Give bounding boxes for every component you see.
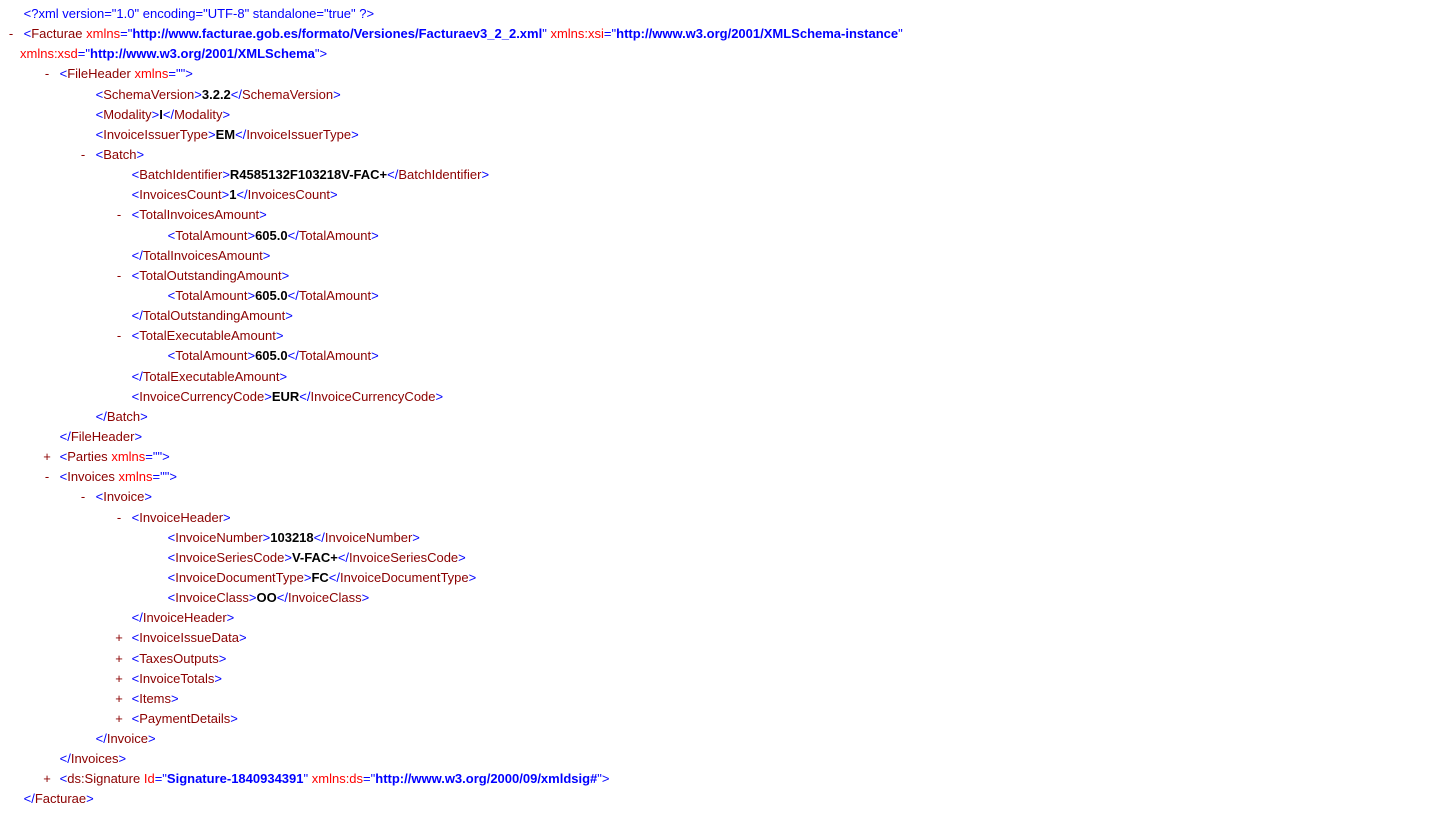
expand-toggle[interactable]: + <box>40 769 54 789</box>
invoiceheader-close: - </InvoiceHeader> <box>4 608 1432 628</box>
totalinvoicesamount-close: - </TotalInvoicesAmount> <box>4 246 1432 266</box>
invoicecurrencycode: - <InvoiceCurrencyCode>EUR</InvoiceCurre… <box>4 387 1432 407</box>
collapse-toggle[interactable]: - <box>76 487 90 507</box>
collapse-toggle[interactable]: - <box>112 326 126 346</box>
paymentdetails-collapsed: + <PaymentDetails> <box>4 709 1432 729</box>
items-collapsed: + <Items> <box>4 689 1432 709</box>
fileheader-open: - <FileHeader xmlns=""> <box>4 64 1432 84</box>
expand-toggle[interactable]: + <box>112 689 126 709</box>
totalexecutableamount-close: - </TotalExecutableAmount> <box>4 367 1432 387</box>
parties-collapsed: + <Parties xmlns=""> <box>4 447 1432 467</box>
collapse-toggle[interactable]: - <box>112 266 126 286</box>
collapse-toggle[interactable]: - <box>112 205 126 225</box>
collapse-toggle[interactable]: - <box>76 145 90 165</box>
invoicetotals-collapsed: + <InvoiceTotals> <box>4 669 1432 689</box>
collapse-toggle[interactable]: - <box>40 467 54 487</box>
collapse-toggle[interactable]: - <box>40 64 54 84</box>
invoices-open: - <Invoices xmlns=""> <box>4 467 1432 487</box>
totalamount-executable: - <TotalAmount>605.0</TotalAmount> <box>4 346 1432 366</box>
expand-toggle[interactable]: + <box>112 649 126 669</box>
invoice-close: - </Invoice> <box>4 729 1432 749</box>
totaloutstandingamount-close: - </TotalOutstandingAmount> <box>4 306 1432 326</box>
invoice-open: - <Invoice> <box>4 487 1432 507</box>
batchidentifier: - <BatchIdentifier>R4585132F103218V-FAC+… <box>4 165 1432 185</box>
batch-open: - <Batch> <box>4 145 1432 165</box>
batch-close: - </Batch> <box>4 407 1432 427</box>
invoices-close: - </Invoices> <box>4 749 1432 769</box>
invoiceheader-open: - <InvoiceHeader> <box>4 508 1432 528</box>
collapse-toggle[interactable]: - <box>4 24 18 44</box>
taxesoutputs-collapsed: + <TaxesOutputs> <box>4 649 1432 669</box>
invoiceseriescode: - <InvoiceSeriesCode>V-FAC+</InvoiceSeri… <box>4 548 1432 568</box>
collapse-toggle[interactable]: - <box>112 508 126 528</box>
expand-toggle[interactable]: + <box>112 628 126 648</box>
invoicescount: - <InvoicesCount>1</InvoicesCount> <box>4 185 1432 205</box>
expand-toggle[interactable]: + <box>112 709 126 729</box>
totalinvoicesamount-open: - <TotalInvoicesAmount> <box>4 205 1432 225</box>
invoicenumber: - <InvoiceNumber>103218</InvoiceNumber> <box>4 528 1432 548</box>
invoiceissuedata-collapsed: + <InvoiceIssueData> <box>4 628 1432 648</box>
invoicedocumenttype: - <InvoiceDocumentType>FC</InvoiceDocume… <box>4 568 1432 588</box>
fileheader-close: - </FileHeader> <box>4 427 1432 447</box>
totalamount-invoices: - <TotalAmount>605.0</TotalAmount> <box>4 226 1432 246</box>
xml-declaration: - <?xml version="1.0" encoding="UTF-8" s… <box>4 4 1432 24</box>
totaloutstandingamount-open: - <TotalOutstandingAmount> <box>4 266 1432 286</box>
totalamount-outstanding: - <TotalAmount>605.0</TotalAmount> <box>4 286 1432 306</box>
root-open: - <Facturae xmlns="http://www.facturae.g… <box>4 24 1432 44</box>
signature-collapsed: + <ds:Signature Id="Signature-1840934391… <box>4 769 1432 789</box>
root-open-line2: xmlns:xsd="http://www.w3.org/2001/XMLSch… <box>4 44 1432 64</box>
totalexecutableamount-open: - <TotalExecutableAmount> <box>4 326 1432 346</box>
expand-toggle[interactable]: + <box>112 669 126 689</box>
invoiceissuertype: - <InvoiceIssuerType>EM</InvoiceIssuerTy… <box>4 125 1432 145</box>
expand-toggle[interactable]: + <box>40 447 54 467</box>
root-close: - </Facturae> <box>4 789 1432 809</box>
modality: - <Modality>I</Modality> <box>4 105 1432 125</box>
invoiceclass: - <InvoiceClass>OO</InvoiceClass> <box>4 588 1432 608</box>
schemaversion: - <SchemaVersion>3.2.2</SchemaVersion> <box>4 85 1432 105</box>
